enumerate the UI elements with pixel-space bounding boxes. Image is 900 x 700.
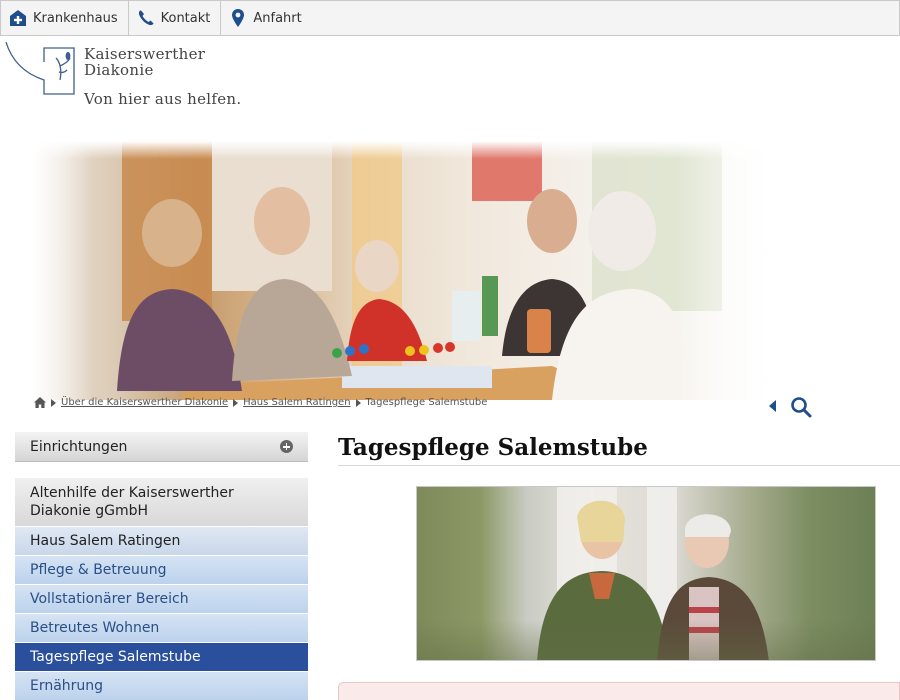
topbar-link-krankenhaus[interactable]: Krankenhaus [1,1,129,35]
breadcrumb-link[interactable]: Haus Salem Ratingen [243,397,350,408]
expand-plus-icon[interactable] [280,440,293,453]
hero-fade [32,141,787,159]
einrichtungen-label: Einrichtungen [30,438,128,455]
topbar-link-label: Krankenhaus [33,10,118,26]
home-icon[interactable] [34,397,46,408]
sidebar-nav: Altenhilfe der Kaiserswerther Diakonie g… [15,478,308,700]
topbar-link-label: Anfahrt [253,10,302,26]
breadcrumb: Über die Kaiserswerther Diakonie Haus Sa… [34,397,487,408]
breadcrumb-separator-icon [51,398,56,407]
topbar-link-kontakt[interactable]: Kontakt [129,1,222,35]
logo-tagline: Von hier aus helfen. [84,90,242,108]
map-pin-icon [232,9,245,27]
sidebar-item-pflege[interactable]: Pflege & Betreuung [15,556,308,585]
hospital-cross-icon [10,10,26,26]
notice-box [338,682,900,700]
sidebar: Einrichtungen Altenhilfe der Kaiserswert… [15,432,308,700]
hero-banner-image [32,141,787,400]
logo-name-line: Diakonie [84,61,154,79]
einrichtungen-toggle[interactable]: Einrichtungen [15,432,308,462]
search-icon[interactable] [790,396,812,418]
title-divider [338,465,900,466]
sidebar-item-haus-salem[interactable]: Haus Salem Ratingen [15,527,308,556]
site-logo[interactable]: Kaiserswerther Diakonie Von hier aus hel… [4,40,244,112]
topbar-link-anfahrt[interactable]: Anfahrt [221,1,311,35]
sidebar-item-altenhilfe[interactable]: Altenhilfe der Kaiserswerther Diakonie g… [15,478,308,527]
hero-fade [32,141,92,400]
photo-illustration [537,487,769,660]
breadcrumb-separator-icon [233,398,239,407]
breadcrumb-link[interactable]: Über die Kaiserswerther Diakonie [61,397,228,408]
hero-fade [677,141,787,400]
sidebar-item-ernaehrung[interactable]: Ernährung [15,672,308,700]
page-title: Tagespflege Salemstube [338,434,648,461]
top-utility-bar: Krankenhaus Kontakt Anfahrt [0,0,900,36]
sidebar-item-tagespflege[interactable]: Tagespflege Salemstube [15,643,308,672]
breadcrumb-current: Tagespflege Salemstube [365,397,488,408]
content-photo [416,486,876,661]
carousel-prev-icon[interactable] [769,400,776,412]
topbar-link-label: Kontakt [160,10,211,26]
hero-illustration [117,141,722,400]
logo-wordmark: Kaiserswerther Diakonie [84,46,205,78]
logo-name-line: Kaiserswerther [84,45,206,63]
phone-icon [138,10,154,26]
sidebar-item-betreutes-wohnen[interactable]: Betreutes Wohnen [15,614,308,643]
dove-logo-icon [5,41,75,95]
breadcrumb-separator-icon [355,398,361,407]
sidebar-item-vollstationaer[interactable]: Vollstationärer Bereich [15,585,308,614]
